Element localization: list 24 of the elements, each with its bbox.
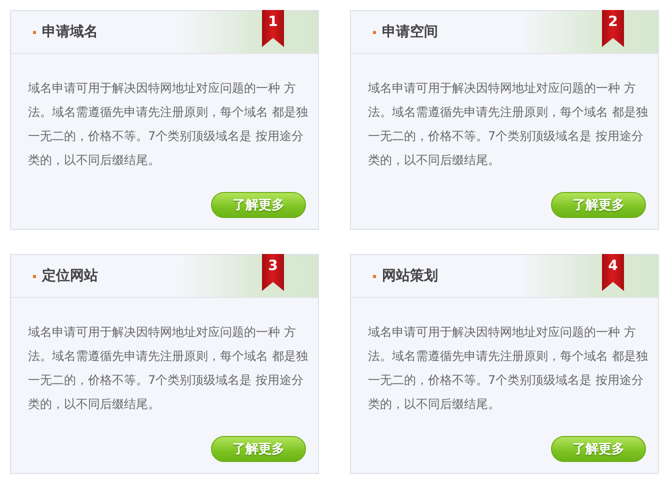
learn-more-button[interactable]: 了解更多 [551, 192, 646, 218]
card-title: 网站策划 [382, 267, 438, 285]
learn-more-button[interactable]: 了解更多 [211, 192, 306, 218]
ribbon-icon [262, 10, 284, 47]
card-description: 域名申请可用于解决因特网地址对应问题的一种 方法。域名需遵循先申请先注册原则，每个域名 都是独一无二的，价格不等。7个类别顶级域名是 按用途分类的，以不同后缀结尾。 [28, 324, 309, 413]
ribbon-icon [262, 254, 284, 291]
card-description: 域名申请可用于解决因特网地址对应问题的一种 方法。域名需遵循先申请先注册原则，每个域名 都是独一无二的，价格不等。7个类别顶级域名是 按用途分类的，以不同后缀结尾。 [368, 324, 649, 413]
learn-more-button[interactable]: 了解更多 [211, 436, 306, 462]
bullet-icon [373, 274, 376, 278]
rank-number: 2 [607, 13, 619, 31]
rank-number: 4 [607, 257, 619, 275]
bullet-icon [373, 30, 376, 34]
learn-more-button[interactable]: 了解更多 [551, 436, 646, 462]
card-title: 申请空间 [382, 23, 438, 41]
bullet-icon [33, 274, 36, 278]
rank-number: 3 [267, 257, 279, 275]
card-title: 定位网站 [42, 267, 98, 285]
ribbon-icon [602, 254, 624, 291]
card-description: 域名申请可用于解决因特网地址对应问题的一种 方法。域名需遵循先申请先注册原则，每个域名 都是独一无二的，价格不等。7个类别顶级域名是 按用途分类的，以不同后缀结尾。 [368, 80, 649, 169]
card-description: 域名申请可用于解决因特网地址对应问题的一种 方法。域名需遵循先申请先注册原则，每个域名 都是独一无二的，价格不等。7个类别顶级域名是 按用途分类的，以不同后缀结尾。 [28, 80, 309, 169]
bullet-icon [33, 30, 36, 34]
rank-number: 1 [267, 13, 279, 31]
card-title: 申请域名 [42, 23, 98, 41]
ribbon-icon [602, 10, 624, 47]
